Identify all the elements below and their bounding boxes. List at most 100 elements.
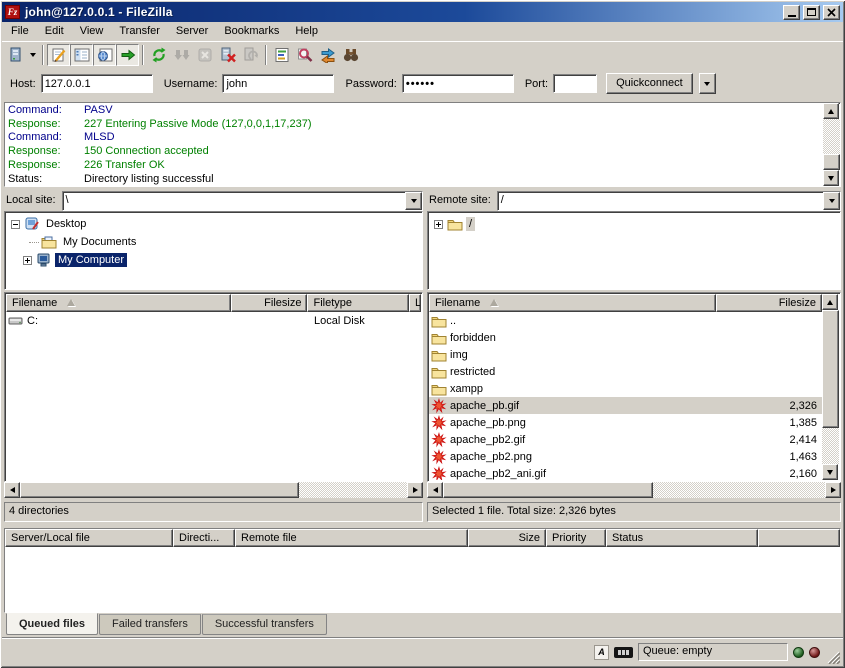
file-row[interactable]: apache_pb2.gif 2,414 [429, 431, 822, 448]
tree-item-desktop[interactable]: Desktop [7, 215, 420, 233]
tree-item-root[interactable]: / [430, 215, 838, 233]
column-header-filename[interactable]: Filename [6, 294, 231, 312]
toggle-message-log-button[interactable] [47, 44, 70, 66]
column-header-filesize[interactable]: Filesize [231, 294, 308, 312]
queue-body[interactable] [5, 547, 840, 612]
file-row[interactable]: xampp [429, 380, 822, 397]
expand-icon[interactable] [23, 256, 32, 265]
menu-file[interactable]: File [3, 23, 37, 40]
column-header-filename[interactable]: Filename [429, 294, 716, 312]
toggle-transfer-queue-button[interactable] [116, 44, 139, 66]
local-site-value[interactable]: \ [63, 192, 405, 210]
file-row[interactable]: restricted [429, 363, 822, 380]
scroll-down-button[interactable] [823, 170, 839, 186]
find-files-button[interactable] [339, 44, 362, 66]
filename-filters-button[interactable] [270, 44, 293, 66]
toggle-remote-tree-button[interactable] [93, 44, 116, 66]
column-header-lastmodified[interactable]: L [409, 294, 421, 312]
tab-queued-files[interactable]: Queued files [6, 613, 98, 635]
refresh-button[interactable] [147, 44, 170, 66]
minimize-button[interactable] [783, 5, 800, 20]
port-input[interactable] [553, 74, 597, 93]
local-horizontal-scrollbar[interactable] [4, 482, 423, 498]
remote-list-body[interactable]: .. forbidden img restricted [429, 312, 822, 480]
log-vertical-scrollbar[interactable] [823, 103, 840, 186]
column-header-direction[interactable]: Directi... [173, 529, 235, 547]
scroll-left-button[interactable] [427, 482, 443, 498]
column-header-size[interactable]: Size [468, 529, 546, 547]
site-manager-dropdown[interactable] [27, 44, 39, 66]
column-header-remote-file[interactable]: Remote file [235, 529, 468, 547]
quickconnect-button[interactable]: Quickconnect [606, 73, 693, 94]
remote-site-dropdown[interactable] [823, 192, 840, 210]
scrollbar-thumb[interactable] [443, 482, 653, 498]
host-input[interactable] [41, 74, 153, 93]
directory-comparison-button[interactable] [293, 44, 316, 66]
maximize-button[interactable] [803, 5, 820, 20]
remote-site-value[interactable]: / [498, 192, 823, 210]
scrollbar-thumb[interactable] [20, 482, 299, 498]
menu-view[interactable]: View [72, 23, 112, 40]
app-icon[interactable]: Fz [5, 5, 20, 19]
scrollbar-track[interactable] [443, 482, 825, 498]
menu-bookmarks[interactable]: Bookmarks [216, 23, 287, 40]
column-header-priority[interactable]: Priority [546, 529, 606, 547]
process-queue-button[interactable] [170, 44, 193, 66]
scrollbar-thumb[interactable] [823, 154, 840, 170]
remote-vertical-scrollbar[interactable] [822, 294, 839, 480]
tree-item-my-computer[interactable]: My Computer [7, 251, 420, 269]
scroll-up-button[interactable] [823, 103, 839, 119]
file-row-selected[interactable]: apache_pb.gif 2,326 [429, 397, 822, 414]
scrollbar-thumb[interactable] [822, 310, 839, 428]
scroll-up-button[interactable] [822, 294, 838, 310]
remote-site-combo[interactable]: / [497, 191, 841, 211]
column-header-server-local-file[interactable]: Server/Local file [5, 529, 173, 547]
file-row[interactable]: img [429, 346, 822, 363]
menu-edit[interactable]: Edit [37, 23, 72, 40]
scroll-left-button[interactable] [4, 482, 20, 498]
menu-transfer[interactable]: Transfer [111, 23, 168, 40]
scrollbar-track[interactable] [20, 482, 407, 498]
file-row[interactable]: .. [429, 312, 822, 329]
synchronized-browsing-button[interactable] [316, 44, 339, 66]
cancel-button[interactable] [193, 44, 216, 66]
password-input[interactable] [402, 74, 514, 93]
speed-limits-icon[interactable] [614, 647, 633, 658]
tree-item-my-documents[interactable]: My Documents [7, 233, 420, 251]
collapse-icon[interactable] [11, 220, 20, 229]
ascii-data-type-icon[interactable]: A [594, 645, 609, 660]
local-site-dropdown[interactable] [405, 192, 422, 210]
column-header-filetype[interactable]: Filetype [307, 294, 409, 312]
resize-grip[interactable] [825, 649, 840, 664]
scrollbar-track[interactable] [822, 310, 839, 464]
scroll-right-button[interactable] [407, 482, 423, 498]
column-header-status[interactable]: Status [606, 529, 758, 547]
menu-help[interactable]: Help [287, 23, 326, 40]
scrollbar-track[interactable] [823, 119, 840, 170]
local-site-combo[interactable]: \ [62, 191, 423, 211]
remote-horizontal-scrollbar[interactable] [427, 482, 841, 498]
file-row[interactable]: apache_pb2.png 1,463 [429, 448, 822, 465]
tab-successful-transfers[interactable]: Successful transfers [202, 614, 327, 635]
username-input[interactable] [222, 74, 334, 93]
message-log-content[interactable]: Command:PASV Response:227 Entering Passi… [5, 103, 823, 186]
site-manager-button[interactable] [4, 44, 27, 66]
scroll-down-button[interactable] [822, 464, 838, 480]
scroll-right-button[interactable] [825, 482, 841, 498]
tab-failed-transfers[interactable]: Failed transfers [99, 614, 201, 635]
local-list-body[interactable]: C: Local Disk [6, 312, 421, 480]
file-row-c-drive[interactable]: C: Local Disk [6, 312, 421, 329]
file-row[interactable]: apache_pb.png 1,385 [429, 414, 822, 431]
expand-icon[interactable] [434, 220, 443, 229]
disconnect-button[interactable] [216, 44, 239, 66]
toggle-local-tree-button[interactable] [70, 44, 93, 66]
close-button[interactable] [823, 5, 840, 20]
column-header-filesize[interactable]: Filesize [716, 294, 822, 312]
disconnect-icon [220, 47, 236, 63]
title-bar[interactable]: Fz john@127.0.0.1 - FileZilla [2, 2, 843, 22]
file-row[interactable]: apache_pb2_ani.gif 2,160 [429, 465, 822, 480]
reconnect-button[interactable] [239, 44, 262, 66]
quickconnect-dropdown[interactable] [699, 73, 716, 94]
menu-server[interactable]: Server [168, 23, 216, 40]
file-row[interactable]: forbidden [429, 329, 822, 346]
